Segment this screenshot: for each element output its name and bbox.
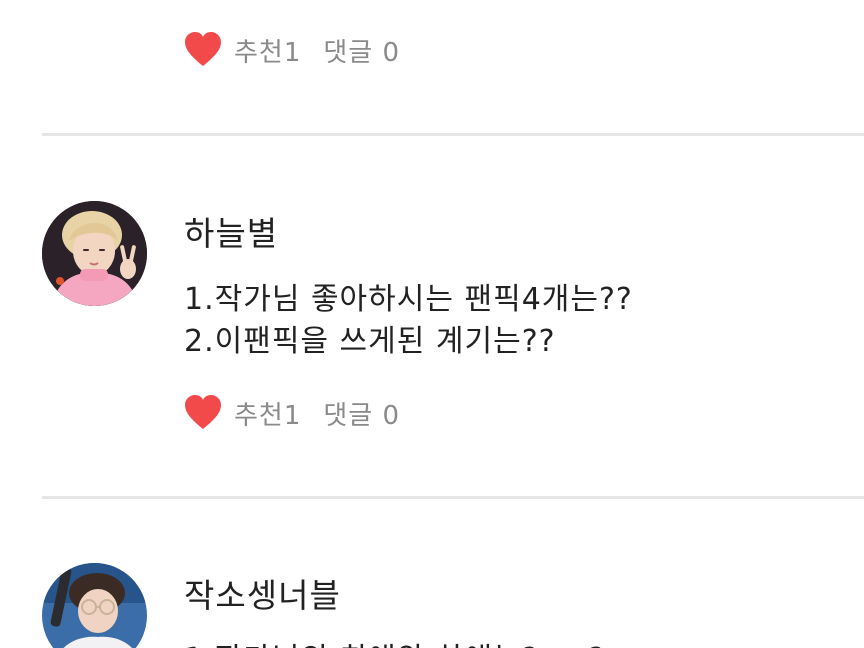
post-stats: 추천1 댓글 0 bbox=[184, 30, 400, 70]
like-count[interactable]: 추천1 bbox=[234, 32, 301, 69]
post-author[interactable]: 작소셍너블 bbox=[184, 569, 341, 617]
avatar[interactable] bbox=[42, 201, 147, 306]
post-body-line: 1.작가님 좋아하시는 팬픽4개는?? bbox=[184, 282, 633, 317]
avatar-photo bbox=[42, 201, 147, 306]
post-body-line: 1.작가님의 최애와 차애는?..ㅎ? bbox=[184, 634, 605, 648]
comment-feed: 추천1 댓글 0 하늘별 1.작가님 좋아하시는 팬픽4개는?? 2.이팬픽을 … bbox=[0, 0, 864, 648]
comment-count[interactable]: 댓글 0 bbox=[323, 395, 400, 432]
like-count[interactable]: 추천1 bbox=[234, 395, 301, 432]
comment-count[interactable]: 댓글 0 bbox=[323, 32, 400, 69]
post-stats: 추천1 댓글 0 bbox=[184, 393, 400, 433]
divider bbox=[42, 496, 864, 499]
avatar-photo bbox=[42, 563, 147, 648]
divider bbox=[42, 133, 864, 136]
heart-icon[interactable] bbox=[184, 395, 222, 431]
heart-icon[interactable] bbox=[184, 32, 222, 68]
avatar[interactable] bbox=[42, 563, 147, 648]
post-author[interactable]: 하늘별 bbox=[184, 207, 278, 255]
post-body-line: 2.이팬픽을 쓰게된 계기는?? bbox=[184, 324, 556, 359]
